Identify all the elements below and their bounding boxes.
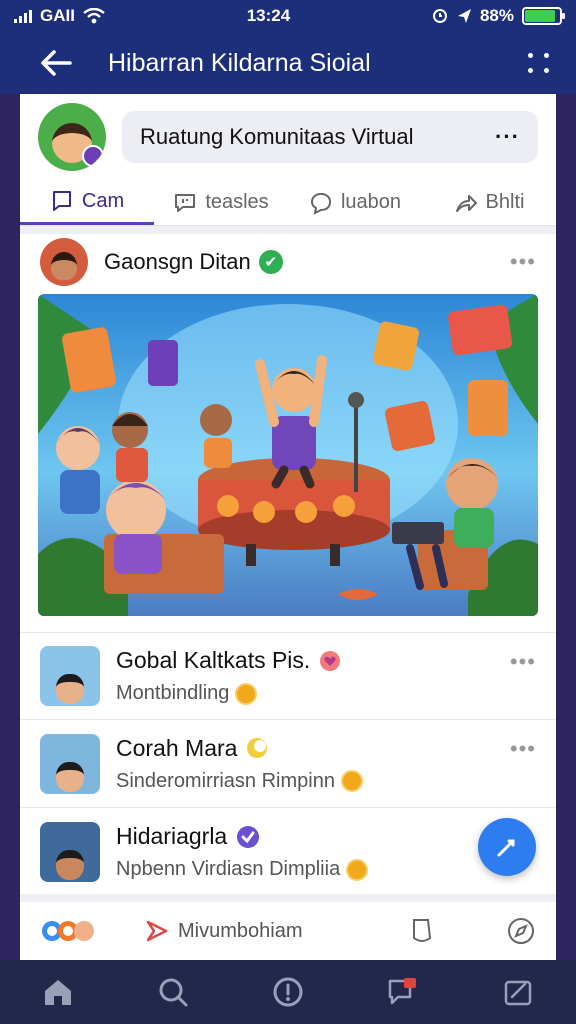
alert-icon[interactable] — [271, 975, 305, 1009]
user-row[interactable]: Corah Mara Sinderomirriasn Rimpinn ••• — [20, 720, 556, 808]
post-author-name: Gaonsgn Ditan — [104, 249, 251, 274]
user-avatar[interactable] — [40, 822, 100, 882]
tab-label: Cam — [81, 189, 125, 212]
signal-icon — [14, 9, 32, 23]
room-avatar[interactable] — [38, 103, 106, 171]
messages-icon[interactable] — [386, 975, 420, 1009]
moon-badge-icon — [247, 738, 268, 758]
user-avatar[interactable] — [40, 646, 100, 706]
app-title: Hibarran Kildarna Sioial — [108, 48, 371, 77]
status-right: 88% — [432, 6, 565, 26]
post-header: Gaonsgn Ditan ✔ ••• — [20, 226, 556, 290]
user-row[interactable]: Gobal Kaltkats Pis. Montbindling ••• — [20, 632, 556, 720]
compose-button[interactable] — [478, 818, 536, 876]
battery-icon — [522, 7, 565, 25]
user-more-icon[interactable]: ••• — [510, 649, 536, 675]
heart-badge-icon — [320, 650, 341, 671]
user-subtitle-line: Npbenn Virdiasn Dimpliia — [116, 858, 536, 881]
room-name: Ruatung Komunitaas Virtual — [140, 124, 414, 149]
user-subtitle: Montbindling — [116, 682, 230, 704]
strip-action[interactable]: Mivumbohiam — [144, 918, 302, 944]
user-name: Hidariagrla — [116, 823, 228, 849]
app-bar: Hibarran Kildarna Sioial — [0, 32, 576, 94]
status-bar: GAII 13:24 88% — [0, 0, 576, 32]
location-icon — [457, 9, 471, 23]
tab-cam[interactable]: Cam — [20, 180, 154, 225]
verified-badge-icon — [237, 825, 260, 848]
back-arrow-icon[interactable] — [26, 47, 86, 79]
post-image[interactable] — [38, 294, 538, 616]
reactions-icon[interactable] — [40, 918, 100, 944]
play-share-icon — [146, 920, 168, 942]
tab-luabon[interactable]: luabon — [288, 180, 422, 225]
bottom-navigation — [0, 960, 576, 1024]
room-header: Ruatung Komunitaas Virtual ··· — [20, 94, 556, 180]
tab-label: Bhlti — [485, 191, 525, 213]
home-icon[interactable] — [41, 975, 75, 1009]
coin-icon — [235, 682, 258, 705]
clock: 13:24 — [246, 6, 291, 25]
room-name-pill[interactable]: Ruatung Komunitaas Virtual ··· — [122, 111, 538, 163]
user-row[interactable]: Hidariagrla Npbenn Virdiasn Dimpliia — [20, 808, 556, 896]
battery-percent: 88% — [479, 6, 514, 25]
strip-label: Mivumbohiam — [178, 919, 303, 942]
tab-teasles[interactable]: teasles — [154, 180, 288, 225]
message-icon — [175, 193, 196, 212]
tab-bar: Cam teasles luabon Bhlti — [20, 180, 556, 226]
user-name: Corah Mara — [116, 734, 238, 761]
user-subtitle: Npbenn Virdiasn Dimpliia — [116, 858, 341, 880]
status-left: GAII — [14, 6, 105, 26]
coin-icon — [346, 858, 369, 881]
wifi-icon — [83, 8, 105, 24]
user-subtitle: Sinderomirriasn Rimpinn — [116, 769, 335, 792]
post-more-icon[interactable]: ••• — [510, 249, 536, 275]
carrier-label: GAII — [40, 6, 75, 25]
coin-icon — [340, 770, 363, 792]
user-name-line: Corah Mara — [116, 735, 510, 762]
share-icon — [455, 194, 477, 212]
user-more-icon[interactable]: ••• — [510, 736, 536, 762]
bubble-icon — [310, 192, 331, 215]
user-name-line: Gobal Kaltkats Pis. — [116, 647, 510, 674]
user-subtitle-line: Montbindling — [116, 682, 510, 705]
chat-square-icon — [52, 191, 71, 211]
compass-icon[interactable] — [506, 916, 536, 946]
user-name: Gobal Kaltkats Pis. — [116, 647, 311, 673]
user-avatar[interactable] — [40, 733, 100, 794]
main-card: Ruatung Komunitaas Virtual ··· Cam teasl… — [20, 94, 556, 960]
edit-profile-icon[interactable] — [501, 975, 535, 1009]
user-subtitle-line: Sinderomirriasn Rimpinn — [116, 770, 510, 793]
tab-bhlti[interactable]: Bhlti — [422, 180, 556, 225]
post-author[interactable]: Gaonsgn Ditan ✔ — [104, 249, 510, 275]
more-options-icon[interactable] — [528, 53, 550, 73]
search-icon[interactable] — [156, 975, 190, 1009]
user-name-line: Hidariagrla — [116, 823, 536, 850]
pencil-icon — [497, 839, 515, 857]
room-more-icon[interactable]: ··· — [495, 124, 520, 150]
verified-badge-icon — [82, 145, 104, 167]
alarm-icon — [432, 9, 447, 23]
post-author-avatar[interactable] — [40, 238, 88, 286]
tab-label: luabon — [340, 191, 402, 213]
action-strip: Mivumbohiam — [20, 894, 556, 960]
verified-check-icon: ✔ — [258, 250, 283, 274]
tab-label: teasles — [205, 191, 269, 213]
community-stage-illustration — [38, 294, 538, 616]
bookmark-icon[interactable] — [408, 916, 436, 946]
